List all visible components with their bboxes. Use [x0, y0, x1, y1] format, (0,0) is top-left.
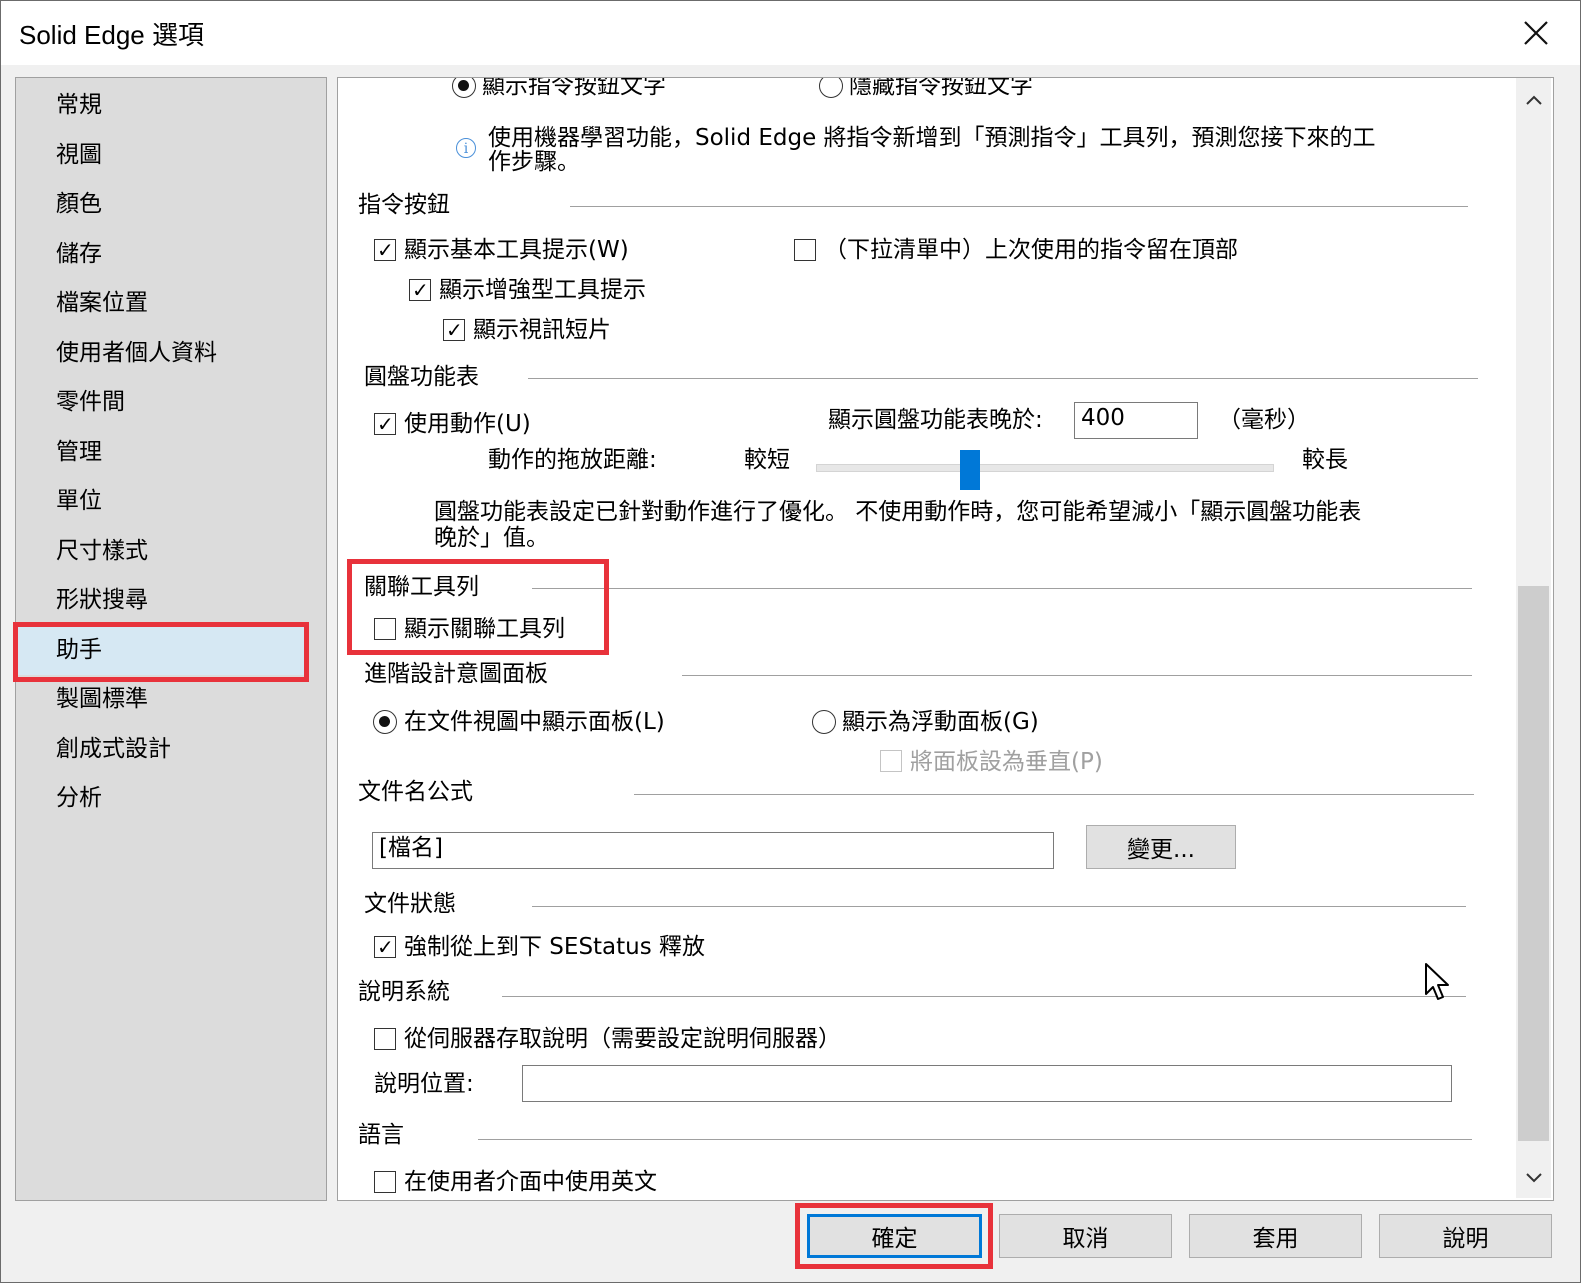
settings-scrollbar[interactable] [1516, 78, 1551, 1198]
slider-thumb[interactable] [960, 450, 980, 490]
help-location-label: 說明位置: [374, 1071, 474, 1097]
apply-button[interactable]: 套用 [1189, 1214, 1362, 1258]
info-icon: i [456, 138, 476, 158]
show-video-clips-label: 顯示視訊短片 [473, 317, 611, 343]
help-button[interactable]: 說明 [1379, 1214, 1552, 1258]
nav-item-drawing-standards[interactable]: 製圖標準 [56, 684, 148, 714]
close-button[interactable] [1511, 9, 1561, 57]
scroll-down-icon[interactable] [1525, 1172, 1543, 1184]
divider [532, 588, 1472, 589]
nav-highlight-box [13, 622, 309, 682]
command-buttons-header: 指令按鈕 [358, 191, 450, 219]
window-title: Solid Edge 選項 [19, 20, 204, 50]
delay-input[interactable]: 400 [1074, 402, 1198, 439]
show-button-text-label: 顯示指令按鈕文字 [482, 77, 666, 99]
slider-track [816, 464, 1274, 472]
use-english-ui-label: 在使用者介面中使用英文 [404, 1169, 657, 1195]
show-basic-tooltips-checkbox[interactable]: ✓ [374, 239, 396, 261]
divider [528, 378, 1478, 379]
force-top-down-checkbox[interactable]: ✓ [374, 936, 396, 958]
doc-name-formula-field[interactable]: [檔名] [372, 832, 1054, 869]
scroll-thumb[interactable] [1518, 586, 1549, 1141]
nav-item-save[interactable]: 儲存 [56, 239, 102, 269]
options-dialog: Solid Edge 選項 常規 視圖 顏色 儲存 檔案位置 使用者個人資料 零… [0, 0, 1581, 1283]
use-gestures-checkbox[interactable]: ✓ [374, 413, 396, 435]
access-help-server-checkbox[interactable] [374, 1028, 396, 1050]
nav-item-user-profile[interactable]: 使用者個人資料 [56, 338, 217, 368]
nav-item-colors[interactable]: 顏色 [56, 189, 102, 219]
nav-item-general[interactable]: 常規 [56, 90, 102, 120]
vertical-panel-label: 將面板設為垂直(P) [910, 749, 1103, 775]
delay-unit: （毫秒） [1218, 407, 1310, 433]
hide-button-text-label: 隱藏指令按鈕文字 [849, 77, 1033, 99]
hide-button-text-radio[interactable] [819, 78, 843, 98]
divider [682, 675, 1472, 676]
close-icon [1524, 21, 1548, 45]
divider [478, 1139, 1472, 1140]
nav-item-dimension-style[interactable]: 尺寸樣式 [56, 536, 148, 566]
scroll-up-icon[interactable] [1525, 94, 1543, 106]
nav-item-view[interactable]: 視圖 [56, 140, 102, 170]
ml-info-line2: 作步驟。 [488, 149, 580, 175]
radial-note-line1: 圓盤功能表設定已針對動作進行了優化。 不使用動作時，您可能希望減小「顯示圓盤功能… [434, 499, 1362, 525]
nav-item-units[interactable]: 單位 [56, 486, 102, 516]
language-header: 語言 [358, 1121, 404, 1149]
change-formula-button[interactable]: 變更... [1086, 825, 1236, 869]
nav-item-file-locations[interactable]: 檔案位置 [56, 288, 148, 318]
mouse-cursor-icon [1425, 963, 1449, 1000]
doc-status-header: 文件狀態 [364, 890, 456, 918]
ok-highlight-box [795, 1203, 993, 1269]
nav-item-shape-search[interactable]: 形狀搜尋 [56, 585, 148, 615]
use-gestures-label: 使用動作(U) [404, 411, 531, 437]
ml-info-line1: 使用機器學習功能，Solid Edge 將指令新增到「預測指令」工具列，預測您接… [488, 125, 1376, 151]
show-basic-tooltips-label: 顯示基本工具提示(W) [404, 237, 629, 263]
context-toolbar-highlight-box [347, 559, 609, 655]
divider [532, 906, 1466, 907]
show-enhanced-tooltips-label: 顯示增強型工具提示 [439, 277, 646, 303]
show-video-clips-checkbox[interactable]: ✓ [443, 319, 465, 341]
show-floating-label: 顯示為浮動面板(G) [842, 709, 1039, 735]
drag-distance-slider[interactable] [816, 450, 1274, 490]
cancel-button[interactable]: 取消 [999, 1214, 1172, 1258]
drag-distance-label: 動作的拖放距離: [488, 447, 657, 473]
drag-short-label: 較短 [744, 447, 790, 473]
access-help-server-label: 從伺服器存取說明（需要設定說明伺服器） [404, 1026, 841, 1052]
drag-long-label: 較長 [1302, 447, 1348, 473]
keep-last-used-label: （下拉清單中）上次使用的指令留在頂部 [824, 237, 1238, 263]
divider [502, 996, 1466, 997]
help-system-header: 說明系統 [358, 978, 450, 1006]
show-in-doc-view-radio[interactable] [373, 710, 397, 734]
nav-item-admin[interactable]: 管理 [56, 437, 102, 467]
keep-last-used-checkbox[interactable] [794, 239, 816, 261]
show-in-doc-view-label: 在文件視圖中顯示面板(L) [404, 709, 665, 735]
nav-item-inter-part[interactable]: 零件間 [56, 387, 125, 417]
nav-item-generative-design[interactable]: 創成式設計 [56, 734, 171, 764]
show-button-text-radio[interactable] [452, 78, 476, 98]
vertical-panel-checkbox[interactable] [880, 750, 902, 772]
show-floating-radio[interactable] [812, 710, 836, 734]
nav-item-analysis[interactable]: 分析 [56, 783, 102, 813]
delay-label: 顯示圓盤功能表晚於: [828, 407, 1043, 433]
divider [570, 206, 1468, 207]
doc-name-formula-header: 文件名公式 [358, 778, 473, 806]
title-bar: Solid Edge 選項 [1, 1, 1580, 65]
radial-note-line2: 晚於」值。 [434, 525, 549, 551]
use-english-ui-checkbox[interactable] [374, 1171, 396, 1193]
design-intent-header: 進階設計意圖面板 [364, 660, 548, 688]
force-top-down-label: 強制從上到下 SEStatus 釋放 [404, 934, 706, 960]
help-location-input[interactable] [522, 1065, 1452, 1102]
divider [634, 794, 1474, 795]
show-enhanced-tooltips-checkbox[interactable]: ✓ [409, 279, 431, 301]
radial-menu-header: 圓盤功能表 [364, 363, 479, 391]
